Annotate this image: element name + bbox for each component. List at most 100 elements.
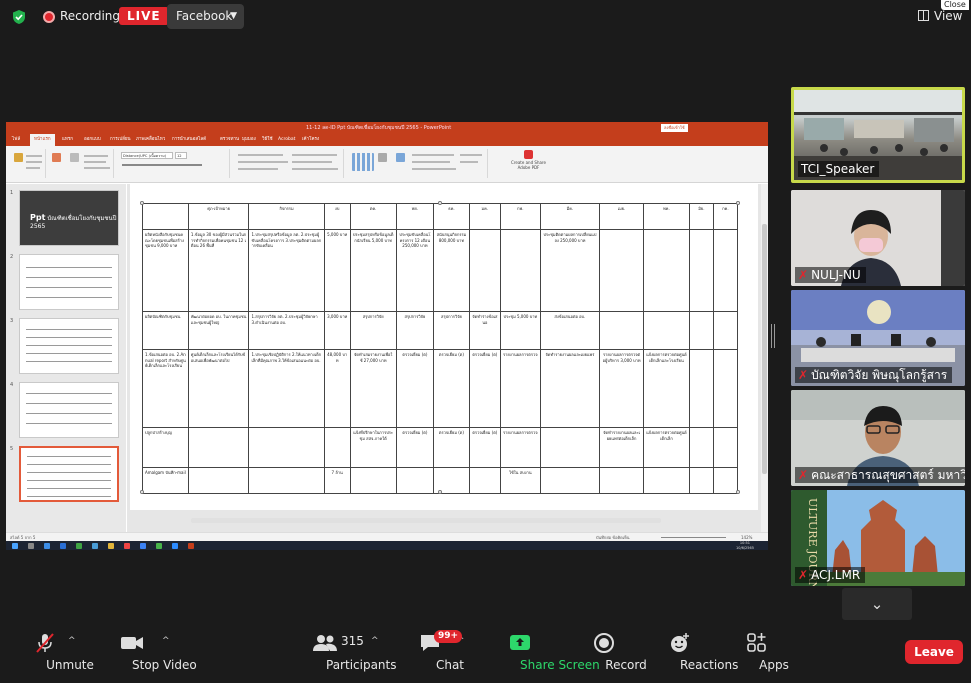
table-cell[interactable]: 1.ประชุมสรุปหรือข้อมูล ลต. 2.ประชุมผู้ขั… [248,229,325,312]
table-cell[interactable] [712,229,739,312]
zoom-app-icon[interactable] [140,543,146,549]
ppt-tab[interactable]: Acrobat [278,134,295,146]
resize-handle[interactable] [438,201,442,205]
table-cell[interactable]: ตรวจเยี่ยม (ต) [395,427,435,468]
font-size-select[interactable]: 12 [175,152,187,159]
table-cell[interactable]: รายงานผลการตรวจ [500,427,541,468]
resize-handle[interactable] [736,490,740,494]
resize-handle[interactable] [438,490,442,494]
font-name-select[interactable]: Distance(UPC (เนื้อความ) [121,152,173,159]
resize-handle[interactable] [140,490,144,494]
create-share-adobe-pdf-button[interactable]: Create and Share Adobe PDF [511,149,546,179]
table-cell[interactable]: 1.ข้อมูล 30 ของผู้มีส่วนร่วมในการทำกิจกร… [187,229,250,312]
ppt-tab[interactable]: ออกแบบ [84,134,101,146]
slide-thumbnail-5[interactable] [19,446,119,502]
table-cell[interactable] [539,467,601,494]
video-options-caret[interactable]: ^ [162,626,172,683]
leave-meeting-button[interactable]: Leave [905,640,963,664]
video-tile-acj-lmr[interactable]: ULTURE JOURN ✗ ACJ.LMR [791,490,965,586]
table-cell[interactable]: สรุปการวิจัย [349,311,397,350]
table-cell[interactable]: 48,000 บาท [323,349,351,428]
resize-handle[interactable] [736,201,740,205]
gallery-next-page-button[interactable]: ⌄ [842,588,912,620]
ppt-tab[interactable]: การนำเสนอสไลด์ [172,134,206,146]
word-icon[interactable] [60,543,66,549]
chrome-icon[interactable] [124,543,130,549]
table-cell[interactable]: ศูนย์เด็กเล็กและโรงเรียนได้รับข้อเสนอเพื… [187,349,250,428]
ppt-tab[interactable]: ภาพเคลื่อนไหว [136,134,165,146]
slide-thumbnail-3[interactable] [19,318,119,374]
table-cell[interactable]: ประชุม 5,000 บาท [500,311,541,350]
table-cell[interactable]: สรุปการวิจัย [395,311,435,350]
ppt-tab[interactable]: ไฟล์ [12,134,20,146]
table-cell[interactable] [187,467,250,494]
table-cell[interactable]: ตรวจเยี่ยม (ต) [433,427,470,468]
table-cell[interactable]: รายงานผลการตรวจต่อผู้บริหาร 3,000 บาท [599,349,644,428]
table-cell[interactable]: ตรวจเยี่ยม (ต) [433,349,470,428]
paste-icon[interactable] [14,153,23,162]
slide-thumbnail-2[interactable] [19,254,119,310]
stop-video-button[interactable]: Stop Video [100,626,197,683]
table-cell[interactable]: จัดทำร่างข้อเสนอ [468,311,502,350]
apps-button[interactable]: Apps [740,626,789,683]
table-cell[interactable] [349,467,397,494]
table-cell[interactable]: ใช้ใน สบงาน [500,467,541,494]
participants-button[interactable]: 315 Participants [292,626,397,683]
ppt-tab[interactable]: เค้าโครง [302,134,319,146]
table-cell[interactable] [712,311,739,350]
ppt-tab[interactable]: วิธีใช้ [262,134,273,146]
table-cell[interactable]: ประชุมติดตามผลการเปลี่ยนแปลง 250,000 บาท [539,229,601,312]
current-slide[interactable]: ศุภ-เป้าหมาย กิจกรรม งบ ตค. พย. ธค. มค. กพ. มีค.… [130,184,758,510]
table-cell[interactable] [712,467,739,494]
table-cell[interactable]: ปลูกป่าสร้างบุญ [142,427,189,468]
table-cell[interactable] [688,229,714,312]
layout-icon[interactable] [70,153,79,162]
video-tile-graduate-school[interactable]: ✗ บัณฑิตวิจัย พิษณุโลกรู้สาร [791,290,965,386]
share-screen-button[interactable]: Share Screen [484,626,600,683]
ppt-tab[interactable]: การเปลี่ยน [110,134,131,146]
table-cell[interactable] [187,427,250,468]
table-cell[interactable]: ตรวจเยี่ยม (ต) [468,427,502,468]
table-cell[interactable]: 3,000 บาท [323,311,351,350]
arrange-icon[interactable] [378,153,387,162]
table-cell[interactable] [688,467,714,494]
video-tile-tci-speaker[interactable]: TCI_Speaker [791,87,965,183]
edge-icon[interactable] [44,543,50,549]
new-slide-icon[interactable] [52,153,61,162]
table-cell[interactable]: สรุปการวิจัย [433,311,470,350]
table-cell[interactable]: ตรวจเยี่ยม (ต) [395,349,435,428]
table-cell[interactable]: จัดทำเล่มรายงานเพื่อใช้ 27,000 บาท [349,349,397,428]
search-icon[interactable] [28,543,34,549]
table-cell[interactable] [642,229,690,312]
participants-options-caret[interactable]: ^ [371,626,381,683]
table-cell[interactable] [500,229,541,312]
table-cell[interactable]: แจ้งผลการตรวจต่อศูนย์เด็กเล็กและโรงเรียน [642,349,690,428]
table-cell[interactable] [642,311,690,350]
table-cell[interactable] [712,427,739,468]
livestream-facebook-dropdown[interactable]: Facebook ▼ [167,4,244,29]
table-cell[interactable] [468,229,502,312]
table-cell[interactable] [468,467,502,494]
table-cell[interactable]: 1.ประชุมเชิงปฏิบัติการ 2.ให้แนวทางเด็กเล… [248,349,325,428]
table-cell[interactable]: 5,000 บาท [323,229,351,312]
table-cell[interactable]: 7 ล้าน [323,467,351,494]
folder-icon[interactable] [108,543,114,549]
outlook-icon[interactable] [172,543,178,549]
video-tile-public-health[interactable]: ✗ คณะสาธารณสุขศาสตร์ มหาวิ... [791,390,965,486]
line-icon[interactable] [156,543,162,549]
table-cell[interactable] [539,427,601,468]
unmute-button[interactable]: Unmute [18,626,94,683]
table-cell[interactable]: จัดทำรายงานผลและเผยแพร่ [539,349,601,428]
slide-horizontal-scrollbar[interactable] [191,518,661,523]
table-cell[interactable]: แจ้งผลการตรวจต่อศูนย์เด็กเล็ก [642,427,690,468]
resize-handle[interactable] [140,201,144,205]
excel-icon[interactable] [76,543,82,549]
powerpoint-icon[interactable] [188,543,194,549]
table-cell[interactable] [688,349,714,428]
table-cell[interactable]: พัฒนาต่อยอด อบ. ในภาคชุมชนและชุมชนผู้ใหญ… [187,311,250,350]
quick-styles-icon[interactable] [396,153,405,162]
slide-thumbnail-1[interactable]: Ppt บัณฑิตเชื่อมโยงกับชุมชนปี 2565 [19,190,119,246]
table-cell[interactable] [712,349,739,428]
table-cell[interactable]: ผลิตหนังสือกับชุมชนคณะโดยชุมชนเพื่อสร้าง… [142,229,189,312]
ppt-tab[interactable]: แทรก [62,134,73,146]
